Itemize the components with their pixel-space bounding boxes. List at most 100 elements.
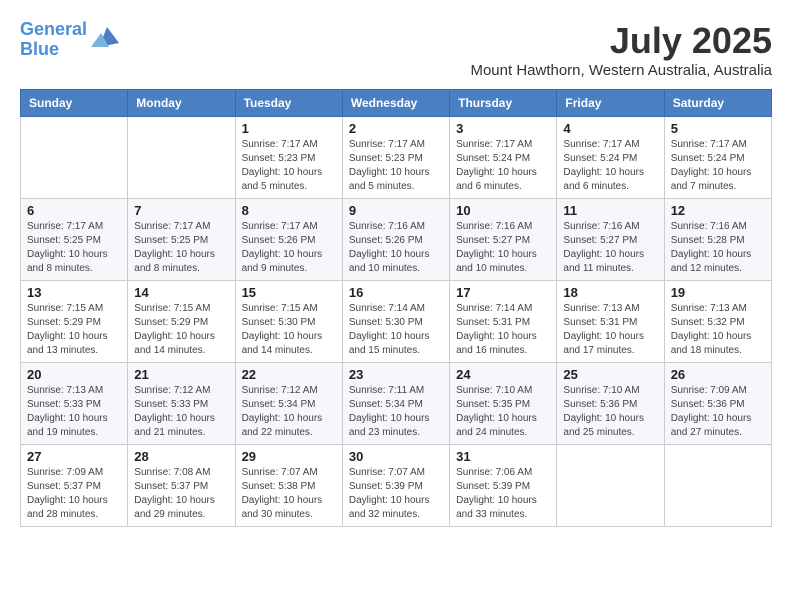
day-info: Sunrise: 7:17 AM Sunset: 5:24 PM Dayligh… (563, 138, 657, 194)
day-info: Sunrise: 7:15 AM Sunset: 5:30 PM Dayligh… (242, 302, 336, 358)
header-friday: Friday (557, 90, 664, 117)
day-info: Sunrise: 7:08 AM Sunset: 5:37 PM Dayligh… (134, 466, 228, 522)
day-number: 28 (134, 449, 228, 464)
day-info: Sunrise: 7:10 AM Sunset: 5:35 PM Dayligh… (456, 384, 550, 440)
day-info: Sunrise: 7:14 AM Sunset: 5:30 PM Dayligh… (349, 302, 443, 358)
day-info: Sunrise: 7:17 AM Sunset: 5:23 PM Dayligh… (242, 138, 336, 194)
calendar-cell: 16 Sunrise: 7:14 AM Sunset: 5:30 PM Dayli… (342, 281, 449, 363)
day-number: 20 (27, 367, 121, 382)
day-number: 26 (671, 367, 765, 382)
calendar-cell: 11Sunrise: 7:16 AM Sunset: 5:27 PM Dayli… (557, 199, 664, 281)
calendar-cell: 30 Sunrise: 7:07 AM Sunset: 5:39 PM Dayli… (342, 445, 449, 527)
calendar-table: SundayMondayTuesdayWednesdayThursdayFrid… (20, 89, 772, 527)
day-info: Sunrise: 7:09 AM Sunset: 5:36 PM Dayligh… (671, 384, 765, 440)
calendar-cell: 9 Sunrise: 7:16 AM Sunset: 5:26 PM Daylig… (342, 199, 449, 281)
day-info: Sunrise: 7:07 AM Sunset: 5:39 PM Dayligh… (349, 466, 443, 522)
calendar-cell: 23 Sunrise: 7:11 AM Sunset: 5:34 PM Dayli… (342, 363, 449, 445)
logo: General Blue (20, 20, 123, 60)
header-thursday: Thursday (450, 90, 557, 117)
day-number: 3 (456, 121, 550, 136)
day-info: Sunrise: 7:09 AM Sunset: 5:37 PM Dayligh… (27, 466, 121, 522)
calendar-cell: 26 Sunrise: 7:09 AM Sunset: 5:36 PM Dayli… (664, 363, 771, 445)
logo-line2: Blue (20, 39, 59, 59)
day-number: 7 (134, 203, 228, 218)
calendar-cell: 3 Sunrise: 7:17 AM Sunset: 5:24 PM Daylig… (450, 117, 557, 199)
header-wednesday: Wednesday (342, 90, 449, 117)
day-number: 12 (671, 203, 765, 218)
header-tuesday: Tuesday (235, 90, 342, 117)
calendar-cell (21, 117, 128, 199)
day-info: Sunrise: 7:16 AM Sunset: 5:27 PM Dayligh… (563, 220, 657, 276)
calendar-cell: 22 Sunrise: 7:12 AM Sunset: 5:34 PM Dayli… (235, 363, 342, 445)
calendar-cell: 17Sunrise: 7:14 AM Sunset: 5:31 PM Dayli… (450, 281, 557, 363)
day-info: Sunrise: 7:12 AM Sunset: 5:33 PM Dayligh… (134, 384, 228, 440)
day-number: 6 (27, 203, 121, 218)
calendar-cell: 18 Sunrise: 7:13 AM Sunset: 5:31 PM Dayli… (557, 281, 664, 363)
calendar-cell: 28 Sunrise: 7:08 AM Sunset: 5:37 PM Dayli… (128, 445, 235, 527)
day-number: 21 (134, 367, 228, 382)
page-header: General Blue July 2025 Mount Hawthorn, W… (20, 20, 772, 79)
day-number: 22 (242, 367, 336, 382)
day-number: 23 (349, 367, 443, 382)
title-block: July 2025 Mount Hawthorn, Western Austra… (470, 20, 772, 79)
calendar-cell (128, 117, 235, 199)
day-number: 1 (242, 121, 336, 136)
calendar-cell: 15 Sunrise: 7:15 AM Sunset: 5:30 PM Dayli… (235, 281, 342, 363)
header-saturday: Saturday (664, 90, 771, 117)
day-info: Sunrise: 7:16 AM Sunset: 5:27 PM Dayligh… (456, 220, 550, 276)
day-info: Sunrise: 7:15 AM Sunset: 5:29 PM Dayligh… (134, 302, 228, 358)
day-info: Sunrise: 7:15 AM Sunset: 5:29 PM Dayligh… (27, 302, 121, 358)
day-number: 16 (349, 285, 443, 300)
week-row-4: 20Sunrise: 7:13 AM Sunset: 5:33 PM Dayli… (21, 363, 772, 445)
day-info: Sunrise: 7:13 AM Sunset: 5:31 PM Dayligh… (563, 302, 657, 358)
calendar-cell: 31Sunrise: 7:06 AM Sunset: 5:39 PM Dayli… (450, 445, 557, 527)
day-number: 9 (349, 203, 443, 218)
month-year: July 2025 (470, 20, 772, 62)
day-info: Sunrise: 7:17 AM Sunset: 5:25 PM Dayligh… (134, 220, 228, 276)
calendar-cell: 2 Sunrise: 7:17 AM Sunset: 5:23 PM Daylig… (342, 117, 449, 199)
day-number: 5 (671, 121, 765, 136)
calendar-cell: 21 Sunrise: 7:12 AM Sunset: 5:33 PM Dayli… (128, 363, 235, 445)
day-number: 13 (27, 285, 121, 300)
day-number: 25 (563, 367, 657, 382)
day-info: Sunrise: 7:07 AM Sunset: 5:38 PM Dayligh… (242, 466, 336, 522)
day-info: Sunrise: 7:11 AM Sunset: 5:34 PM Dayligh… (349, 384, 443, 440)
day-info: Sunrise: 7:13 AM Sunset: 5:32 PM Dayligh… (671, 302, 765, 358)
day-info: Sunrise: 7:14 AM Sunset: 5:31 PM Dayligh… (456, 302, 550, 358)
day-number: 19 (671, 285, 765, 300)
calendar-cell: 13 Sunrise: 7:15 AM Sunset: 5:29 PM Dayli… (21, 281, 128, 363)
calendar-cell (664, 445, 771, 527)
logo-line1: General (20, 19, 87, 39)
day-info: Sunrise: 7:17 AM Sunset: 5:23 PM Dayligh… (349, 138, 443, 194)
day-number: 24 (456, 367, 550, 382)
day-number: 8 (242, 203, 336, 218)
day-info: Sunrise: 7:16 AM Sunset: 5:26 PM Dayligh… (349, 220, 443, 276)
day-number: 27 (27, 449, 121, 464)
day-number: 29 (242, 449, 336, 464)
location: Mount Hawthorn, Western Australia, Austr… (470, 62, 772, 79)
day-number: 15 (242, 285, 336, 300)
week-row-3: 13 Sunrise: 7:15 AM Sunset: 5:29 PM Dayli… (21, 281, 772, 363)
day-info: Sunrise: 7:17 AM Sunset: 5:26 PM Dayligh… (242, 220, 336, 276)
calendar-cell: 20Sunrise: 7:13 AM Sunset: 5:33 PM Dayli… (21, 363, 128, 445)
week-row-2: 6 Sunrise: 7:17 AM Sunset: 5:25 PM Daylig… (21, 199, 772, 281)
day-number: 2 (349, 121, 443, 136)
day-info: Sunrise: 7:17 AM Sunset: 5:24 PM Dayligh… (456, 138, 550, 194)
calendar-cell: 14 Sunrise: 7:15 AM Sunset: 5:29 PM Dayli… (128, 281, 235, 363)
day-number: 30 (349, 449, 443, 464)
day-number: 18 (563, 285, 657, 300)
header-row: SundayMondayTuesdayWednesdayThursdayFrid… (21, 90, 772, 117)
calendar-cell: 24 Sunrise: 7:10 AM Sunset: 5:35 PM Dayli… (450, 363, 557, 445)
week-row-5: 27 Sunrise: 7:09 AM Sunset: 5:37 PM Dayli… (21, 445, 772, 527)
header-monday: Monday (128, 90, 235, 117)
day-info: Sunrise: 7:06 AM Sunset: 5:39 PM Dayligh… (456, 466, 550, 522)
day-info: Sunrise: 7:12 AM Sunset: 5:34 PM Dayligh… (242, 384, 336, 440)
day-info: Sunrise: 7:17 AM Sunset: 5:25 PM Dayligh… (27, 220, 121, 276)
day-number: 10 (456, 203, 550, 218)
day-info: Sunrise: 7:10 AM Sunset: 5:36 PM Dayligh… (563, 384, 657, 440)
calendar-cell: 1 Sunrise: 7:17 AM Sunset: 5:23 PM Daylig… (235, 117, 342, 199)
calendar-cell: 8 Sunrise: 7:17 AM Sunset: 5:26 PM Daylig… (235, 199, 342, 281)
calendar-cell: 7 Sunrise: 7:17 AM Sunset: 5:25 PM Daylig… (128, 199, 235, 281)
day-number: 14 (134, 285, 228, 300)
week-row-1: 1 Sunrise: 7:17 AM Sunset: 5:23 PM Daylig… (21, 117, 772, 199)
